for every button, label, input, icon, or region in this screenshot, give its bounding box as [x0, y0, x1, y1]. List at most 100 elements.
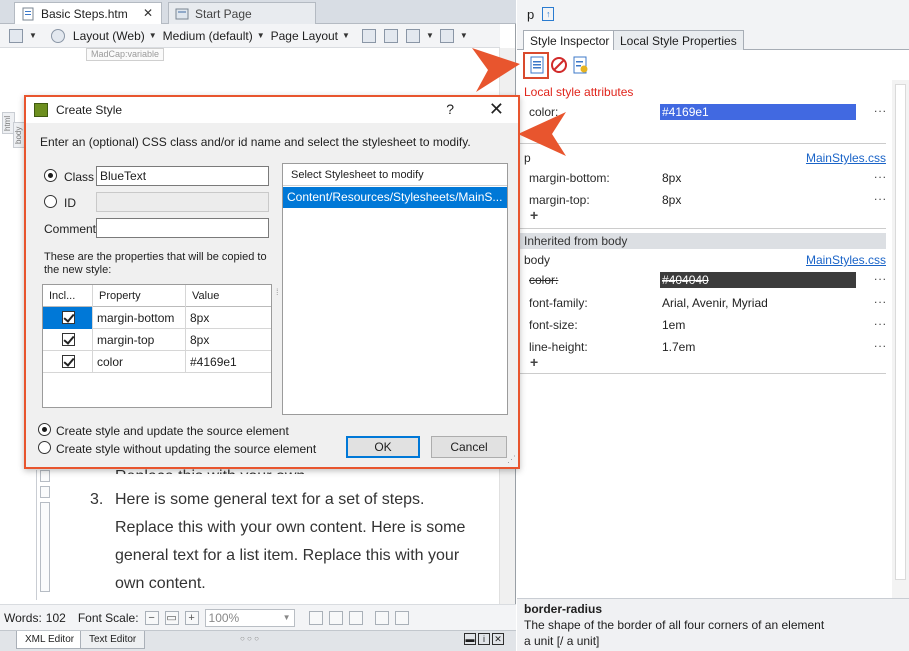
tag-marker[interactable] [40, 502, 50, 592]
prop-value[interactable]: 8px [660, 192, 856, 208]
more-icon[interactable]: ... [874, 167, 887, 181]
prop-value[interactable]: Arial, Avenir, Myriad [660, 295, 856, 311]
stylesheet-item[interactable]: Content/Resources/Stylesheets/MainS... [283, 187, 507, 208]
layout-toggle-b[interactable] [328, 610, 343, 625]
section-divider [517, 143, 886, 144]
clear-style-icon[interactable] [550, 56, 568, 74]
body-prop-font-size[interactable]: font-size: 1em ... [529, 314, 893, 334]
table-row[interactable]: margin-bottom 8px [43, 307, 271, 329]
toolbar-button-b[interactable] [381, 26, 403, 46]
close-tab-icon[interactable]: ✕ [143, 6, 153, 20]
tag-marker[interactable] [40, 470, 50, 482]
layout-dropdown[interactable]: Layout (Web) ▼ [70, 26, 160, 46]
zoom-in-button[interactable]: + [184, 610, 199, 625]
id-input[interactable] [96, 192, 269, 212]
include-cell[interactable] [43, 351, 93, 373]
grid-header-value[interactable]: Value [186, 285, 271, 307]
page-layout-dropdown[interactable]: Page Layout ▼ [268, 26, 353, 46]
grid-header-include[interactable]: Incl... [43, 285, 93, 307]
tab-basic-steps[interactable]: Basic Steps.htm ✕ [14, 2, 162, 24]
edit-stylesheet-icon[interactable] [571, 56, 589, 74]
include-checkbox[interactable] [62, 333, 75, 346]
prop-value[interactable]: #404040 [660, 272, 856, 288]
section-body-name: body [524, 253, 551, 267]
grid-header-property[interactable]: Property [93, 285, 186, 307]
body-prop-line-height[interactable]: line-height: 1.7em ... [529, 336, 893, 356]
more-icon[interactable]: ... [874, 292, 887, 306]
local-prop-color[interactable]: color: #4169e1 ... [529, 101, 893, 121]
local-style-title: Local style attributes [524, 85, 634, 99]
tab-text-editor[interactable]: Text Editor [80, 631, 146, 649]
p-prop-margin-bottom[interactable]: margin-bottom: 8px ... [529, 167, 893, 187]
more-icon[interactable]: ... [874, 269, 887, 283]
view-button[interactable]: ▼ [6, 26, 40, 46]
add-property-button[interactable]: + [530, 207, 538, 223]
tab-start-page[interactable]: Start Page [168, 2, 316, 24]
zoom-out-button[interactable]: − [144, 610, 159, 625]
body-prop-color[interactable]: color: #404040 ... [529, 269, 893, 289]
tab-style-inspector[interactable]: Style Inspector [523, 30, 617, 51]
class-radio[interactable] [44, 169, 57, 182]
split-view-icon[interactable]: ▬ [464, 633, 476, 645]
track-changes-button[interactable] [48, 26, 70, 46]
table-row[interactable]: color #4169e1 [43, 351, 271, 373]
more-icon[interactable]: ... [874, 314, 887, 328]
close-view-icon[interactable]: ✕ [492, 633, 504, 645]
more-icon[interactable]: ... [874, 189, 887, 203]
table-row[interactable]: margin-top 8px [43, 329, 271, 351]
include-checkbox[interactable] [62, 311, 75, 324]
add-property-button[interactable]: + [530, 354, 538, 370]
ok-button[interactable]: OK [346, 436, 420, 458]
create-style-icon[interactable] [528, 56, 546, 74]
splitter-handle[interactable]: ⁞ [276, 287, 279, 297]
help-button[interactable]: ? [446, 101, 454, 117]
zoom-select[interactable]: 100% ▼ [204, 608, 295, 627]
id-radio[interactable] [44, 195, 57, 208]
chevron-down-icon: ▼ [256, 31, 265, 40]
page-layout-label: Page Layout [270, 28, 339, 43]
include-checkbox[interactable] [62, 355, 75, 368]
layout-toggle-d[interactable] [374, 610, 389, 625]
tab-xml-editor[interactable]: XML Editor [16, 631, 84, 649]
zoom-reset-button[interactable]: ▭ [164, 610, 179, 625]
p-prop-margin-top[interactable]: margin-top: 8px ... [529, 189, 893, 209]
more-icon[interactable]: ... [874, 336, 887, 350]
more-icon[interactable]: ... [874, 101, 887, 115]
include-cell[interactable] [43, 307, 93, 329]
tag-marker[interactable] [40, 486, 50, 498]
layout-toggle-a[interactable] [308, 610, 323, 625]
comment-input[interactable] [96, 218, 269, 238]
cancel-button[interactable]: Cancel [431, 436, 507, 458]
info-view-icon[interactable]: i [478, 633, 490, 645]
class-label: Class [64, 170, 95, 184]
variable-tag[interactable]: MadCap:variable [86, 48, 165, 61]
prop-value[interactable]: #4169e1 [660, 104, 856, 120]
layout-toggle-e[interactable] [394, 610, 409, 625]
toolbar-button-a[interactable] [359, 26, 381, 46]
scrollbar-thumb[interactable] [895, 84, 906, 580]
prop-value[interactable]: 8px [660, 170, 856, 186]
toolbar-button-d[interactable]: ▼ [437, 26, 471, 46]
medium-dropdown[interactable]: Medium (default) ▼ [160, 26, 268, 46]
class-input[interactable]: BlueText [96, 166, 269, 186]
close-icon[interactable]: ✕ [489, 99, 504, 120]
prop-value[interactable]: 1em [660, 317, 856, 333]
words-label: Words: [4, 610, 42, 625]
include-cell[interactable] [43, 329, 93, 351]
no-update-label: Create style without updating the source… [56, 442, 317, 456]
stylesheet-list-header: Select Stylesheet to modify [283, 164, 507, 186]
update-source-radio[interactable] [38, 423, 51, 436]
body-prop-font-family[interactable]: font-family: Arial, Avenir, Myriad ... [529, 292, 893, 312]
navigate-up-icon[interactable]: ↑ [542, 7, 555, 21]
tab-local-style-properties[interactable]: Local Style Properties [613, 30, 744, 51]
section-p-stylesheet-link[interactable]: MainStyles.css [806, 151, 886, 165]
section-body-stylesheet-link[interactable]: MainStyles.css [806, 253, 886, 267]
no-update-radio[interactable] [38, 441, 51, 454]
prop-value[interactable]: 1.7em [660, 339, 856, 355]
resize-grip-icon[interactable]: ⋰ [507, 454, 516, 465]
properties-grid: Incl... Property Value margin-bottom 8px… [42, 284, 272, 408]
drag-handle-icon[interactable]: ○ ○ ○ [240, 634, 259, 643]
panel-scrollbar[interactable] [892, 80, 909, 600]
toolbar-button-c[interactable]: ▼ [403, 26, 437, 46]
layout-toggle-c[interactable] [348, 610, 363, 625]
